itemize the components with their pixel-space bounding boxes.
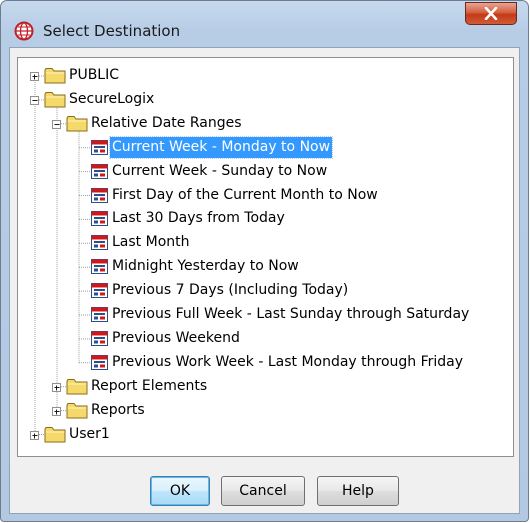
folder-icon bbox=[66, 402, 88, 419]
report-icon bbox=[91, 283, 108, 299]
folder-icon bbox=[44, 68, 66, 84]
tree-node-label: Previous 7 Days (Including Today) bbox=[112, 282, 349, 299]
report-icon bbox=[91, 139, 108, 155]
folder-icon bbox=[66, 115, 88, 132]
report-icon bbox=[91, 211, 108, 227]
tree-folder-node[interactable]: PUBLIC bbox=[18, 65, 513, 87]
tree-report-node[interactable]: Previous 7 Days (Including Today) bbox=[18, 280, 513, 302]
report-icon bbox=[91, 259, 108, 275]
tree-report-node[interactable]: Previous Work Week - Last Monday through… bbox=[18, 352, 513, 374]
report-icon bbox=[91, 187, 108, 203]
tree-report-node[interactable]: Last 30 Days from Today bbox=[18, 208, 513, 230]
report-icon bbox=[91, 307, 108, 322]
folder-icon bbox=[44, 91, 66, 108]
tree-folder-node[interactable]: SecureLogix bbox=[18, 89, 513, 111]
tree-node-label: Current Week - Sunday to Now bbox=[112, 162, 328, 179]
tree-report-node[interactable]: First Day of the Current Month to Now bbox=[18, 185, 513, 207]
tree-folder-node[interactable]: Report Elements bbox=[18, 376, 513, 398]
expand-toggle-icon[interactable] bbox=[30, 72, 39, 81]
folder-icon bbox=[44, 426, 66, 442]
tree-node-label: Previous Full Week - Last Sunday through… bbox=[112, 306, 470, 322]
tree-folder-node[interactable]: Reports bbox=[18, 400, 513, 422]
dialog-title: Select Destination bbox=[43, 22, 181, 40]
report-icon bbox=[91, 235, 108, 251]
collapse-toggle-icon[interactable] bbox=[30, 95, 39, 105]
close-button[interactable] bbox=[465, 2, 517, 25]
globe-icon bbox=[14, 21, 34, 41]
tree-node-label: Reports bbox=[91, 401, 145, 418]
ok-button[interactable]: OK bbox=[150, 476, 210, 506]
folder-icon bbox=[66, 378, 88, 395]
tree-report-node[interactable]: Current Week - Sunday to Now bbox=[18, 161, 513, 183]
tree-node-label: Last 30 Days from Today bbox=[112, 210, 285, 227]
tree-node-label: First Day of the Current Month to Now bbox=[112, 186, 378, 203]
tree-node-label: Relative Date Ranges bbox=[91, 114, 242, 131]
tree-node-label: SecureLogix bbox=[69, 90, 155, 107]
title-bar[interactable]: Select Destination bbox=[1, 1, 528, 47]
tree-report-node[interactable]: Midnight Yesterday to Now bbox=[18, 256, 513, 278]
report-icon bbox=[91, 330, 108, 346]
expand-toggle-icon[interactable] bbox=[30, 430, 39, 440]
help-button[interactable]: Help bbox=[317, 476, 399, 506]
tree-node-label: Previous Work Week - Last Monday through… bbox=[112, 353, 464, 370]
tree-report-node[interactable]: Previous Full Week - Last Sunday through… bbox=[18, 304, 513, 326]
report-icon bbox=[91, 163, 108, 179]
expand-toggle-icon[interactable] bbox=[52, 406, 61, 416]
tree-node-label: Midnight Yesterday to Now bbox=[112, 258, 299, 275]
tree-node-label: Report Elements bbox=[91, 377, 208, 394]
tree-report-node[interactable]: Current Week - Monday to Now bbox=[18, 135, 513, 159]
tree-folder-node[interactable]: Relative Date Ranges bbox=[18, 113, 513, 135]
tree-report-node[interactable]: Last Month bbox=[18, 232, 513, 254]
tree-node-label: PUBLIC bbox=[69, 67, 119, 83]
tree-folder-node[interactable]: User1 bbox=[18, 424, 513, 446]
destination-tree[interactable]: PUBLIC SecureLogix Relative Date Ranges Cur… bbox=[17, 57, 514, 457]
tree-node-label: Previous Weekend bbox=[112, 329, 240, 346]
tree-node-label: User1 bbox=[69, 425, 110, 442]
tree-node-label: Current Week - Monday to Now bbox=[108, 135, 334, 159]
close-icon bbox=[484, 7, 498, 20]
collapse-toggle-icon[interactable] bbox=[52, 119, 61, 129]
cancel-button[interactable]: Cancel bbox=[221, 476, 305, 506]
report-icon bbox=[91, 354, 108, 370]
tree-report-node[interactable]: Previous Weekend bbox=[18, 328, 513, 350]
expand-toggle-icon[interactable] bbox=[52, 382, 61, 392]
tree-node-label: Last Month bbox=[112, 234, 190, 251]
